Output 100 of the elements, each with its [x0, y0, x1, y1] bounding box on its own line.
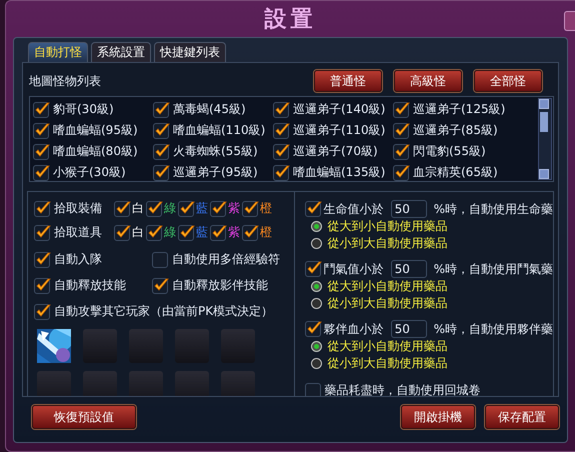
- checkbox[interactable]: [273, 144, 289, 160]
- checkbox[interactable]: [34, 278, 50, 294]
- radio-button[interactable]: [310, 238, 322, 249]
- grade-label: 白: [132, 200, 144, 217]
- option-label: 鬥氣值小於: [324, 260, 384, 278]
- checkbox[interactable]: [210, 224, 226, 240]
- checkbox[interactable]: [273, 102, 289, 118]
- monster-label: 血宗精英(65級): [413, 164, 498, 181]
- radio-button[interactable]: [310, 221, 322, 232]
- option-label: 生命值小於: [324, 200, 384, 218]
- grade-label: 橙: [260, 224, 272, 241]
- checkbox[interactable]: [178, 224, 194, 240]
- action-button[interactable]: 保存配置: [485, 405, 559, 429]
- monster-label: 火毒蜘蛛(55級): [173, 143, 258, 160]
- threshold-field[interactable]: 50: [390, 320, 427, 338]
- checkbox[interactable]: [304, 261, 321, 277]
- checkbox[interactable]: [153, 122, 169, 138]
- option-label: %時，自動使用夥伴藥: [434, 320, 553, 338]
- checkbox[interactable]: [34, 304, 50, 320]
- checkbox[interactable]: [33, 144, 49, 160]
- option-label: 自動釋放影伴技能: [172, 277, 268, 294]
- threshold-field[interactable]: 50: [390, 200, 427, 218]
- checkbox[interactable]: [273, 122, 289, 138]
- close-button[interactable]: [564, 11, 575, 31]
- monster-label: 嗜血蝙蝠(110級): [173, 122, 266, 139]
- radio-label: 從大到小自動使用藥品: [328, 278, 448, 295]
- radio-button[interactable]: [310, 358, 322, 369]
- tab[interactable]: 快捷鍵列表: [154, 42, 226, 62]
- checkbox[interactable]: [114, 200, 130, 216]
- checkbox[interactable]: [153, 102, 169, 118]
- filter-button[interactable]: 普通怪: [314, 70, 382, 92]
- monster-label: 嗜血蝙蝠(135級): [293, 164, 386, 181]
- monster-label: 萬毒蝎(45級): [173, 101, 246, 118]
- checkbox[interactable]: [153, 144, 169, 160]
- monster-label: 巡邏弟子(85級): [413, 122, 498, 139]
- tab[interactable]: 自動打怪: [28, 42, 88, 62]
- checkbox[interactable]: [153, 164, 169, 180]
- grade-label: 白: [132, 224, 144, 241]
- monster-label: 巡邏弟子(125級): [413, 101, 506, 118]
- checkbox[interactable]: [242, 224, 258, 240]
- option-label: 夥伴血小於: [324, 320, 384, 338]
- checkbox[interactable]: [210, 200, 226, 216]
- option-label: %時，自動使用鬥氣藥: [434, 260, 553, 278]
- checkbox[interactable]: [304, 382, 321, 396]
- checkbox[interactable]: [304, 201, 321, 217]
- checkbox[interactable]: [393, 122, 409, 138]
- radio-button[interactable]: [310, 341, 322, 352]
- action-button[interactable]: 開啟掛機: [401, 405, 475, 429]
- grade-label: 藍: [196, 224, 208, 241]
- monster-label: 巡邏弟子(70級): [293, 143, 378, 160]
- radio-label: 從大到小自動使用藥品: [328, 218, 448, 235]
- grade-label: 藍: [196, 200, 208, 217]
- checkbox[interactable]: [393, 102, 409, 118]
- checkbox[interactable]: [242, 200, 258, 216]
- checkbox[interactable]: [34, 224, 50, 240]
- option-label: %時，自動使用生命藥: [434, 200, 553, 218]
- checkbox[interactable]: [393, 164, 409, 180]
- grade-label: 綠: [164, 200, 176, 217]
- checkbox[interactable]: [152, 252, 168, 268]
- checkbox[interactable]: [34, 252, 50, 268]
- option-label: 自動攻擊其它玩家（由當前PK模式決定）: [54, 303, 274, 320]
- checkbox[interactable]: [178, 200, 194, 216]
- filter-button[interactable]: 高級怪: [394, 70, 462, 92]
- monster-label: 嗜血蝙蝠(95級): [53, 122, 138, 139]
- option-label: 藥品耗盡時，自動使用回城卷: [324, 382, 481, 396]
- checkbox[interactable]: [34, 200, 50, 216]
- checkbox[interactable]: [33, 102, 49, 118]
- checkbox[interactable]: [33, 164, 49, 180]
- option-label: 自動入隊: [54, 251, 102, 268]
- window-title: 設置: [264, 6, 316, 34]
- grade-label: 紫: [228, 224, 240, 241]
- reset-button[interactable]: 恢復預設值: [32, 405, 136, 429]
- monster-label: 小猴子(30級): [53, 164, 126, 181]
- grade-label: 橙: [260, 200, 272, 217]
- section-title: 地圖怪物列表: [28, 72, 102, 90]
- checkbox[interactable]: [33, 122, 49, 138]
- checkbox[interactable]: [393, 144, 409, 160]
- scrollbar[interactable]: [538, 98, 552, 180]
- monster-label: 豹哥(30級): [53, 101, 114, 118]
- option-label: 拾取道具: [54, 224, 102, 241]
- monster-label: 巡邏弟子(140級): [293, 101, 386, 118]
- monster-label: 閃電豹(55級): [413, 143, 486, 160]
- monster-label: 巡邏弟子(110級): [293, 122, 386, 139]
- radio-button[interactable]: [310, 298, 322, 309]
- tab[interactable]: 系統設置: [91, 42, 151, 62]
- checkbox[interactable]: [146, 200, 162, 216]
- option-label: 自動使用多倍經驗符: [172, 251, 280, 268]
- checkbox[interactable]: [152, 278, 168, 294]
- threshold-field[interactable]: 50: [390, 260, 427, 278]
- filter-button[interactable]: 全部怪: [474, 70, 542, 92]
- radio-label: 從小到大自動使用藥品: [328, 355, 448, 372]
- option-label: 拾取裝備: [54, 200, 102, 217]
- grade-label: 紫: [228, 200, 240, 217]
- radio-button[interactable]: [310, 281, 322, 292]
- checkbox[interactable]: [114, 224, 130, 240]
- monster-label: 巡邏弟子(95級): [173, 164, 258, 181]
- checkbox[interactable]: [146, 224, 162, 240]
- checkbox[interactable]: [304, 321, 321, 337]
- monster-label: 嗜血蝙蝠(80級): [53, 143, 138, 160]
- checkbox[interactable]: [273, 164, 289, 180]
